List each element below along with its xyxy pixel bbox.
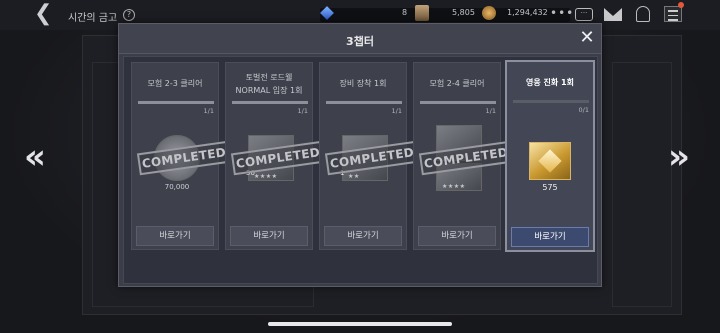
mission-name: 장비 장착 1회	[339, 79, 387, 88]
mission-progress-bar	[232, 101, 308, 104]
goto-button[interactable]: 바로가기	[136, 226, 214, 246]
screen: ❮ 시간의 금고 ? 8 5,805 1,294,432 ••• ··· « »…	[0, 0, 720, 333]
modal-header: 3챕터 ✕	[119, 24, 601, 54]
mission-name: 모험 2-3 클리어	[147, 79, 203, 88]
reward-value: 70,000	[164, 183, 190, 191]
mission-progress-bar	[326, 101, 402, 104]
mission-progress-fill	[326, 101, 402, 104]
mission-card: 모험 2-3 클리어 1/1 70,000 COMPLETED 바로가기	[131, 62, 232, 250]
background-grid-right	[612, 62, 672, 307]
mission-card: 모험 2-4 클리어 1/1 ★★★★ COMPLETED 바로가기	[413, 62, 514, 250]
mission-name: 모험 2-4 클리어	[429, 79, 485, 88]
mission-card: 토벌전 로드웰 NORMAL 입장 1회 1/1 50 ★★★★ COMPLET…	[225, 62, 326, 250]
reward-area: 70,000 COMPLETED	[136, 125, 232, 197]
chapter-modal: 3챕터 ✕ 모험 2-3 클리어 1/1 70,000 COMPLETED 바로…	[118, 23, 602, 287]
mission-card-active: 영웅 진화 1회 0/1 575 바로가기	[505, 60, 595, 252]
home-indicator[interactable]	[268, 322, 452, 326]
goto-button[interactable]: 바로가기	[324, 226, 402, 246]
mission-progress-fill	[232, 101, 308, 104]
menu-icon[interactable]	[664, 6, 682, 22]
modal-title: 3챕터	[346, 35, 374, 48]
box-icon	[415, 5, 429, 21]
mission-progress-bar	[420, 101, 496, 104]
more-icon[interactable]: •••	[550, 6, 574, 20]
mission-progress-text: 1/1	[485, 107, 496, 115]
gem-count: 8	[402, 8, 408, 17]
reward-stars: ★★★★	[442, 183, 466, 190]
gold-count: 1,294,432	[507, 8, 548, 17]
reward-stars: ★★	[348, 173, 360, 180]
box-count: 5,805	[452, 8, 475, 17]
next-chapter-arrow-icon[interactable]: »	[668, 140, 690, 174]
notification-dot	[678, 2, 684, 8]
mail-icon[interactable]	[604, 8, 622, 21]
reward-area: ★★★★ COMPLETED	[418, 125, 514, 197]
mission-name: 토벌전 로드웰 NORMAL 입장 1회	[235, 73, 303, 95]
previous-chapter-arrow-icon[interactable]: «	[24, 140, 46, 174]
notification-bell-icon[interactable]	[636, 6, 650, 22]
goto-button[interactable]: 바로가기	[511, 227, 589, 247]
reward-value: 575	[542, 183, 558, 192]
goto-button[interactable]: 바로가기	[230, 226, 308, 246]
help-icon[interactable]: ?	[123, 9, 135, 21]
mission-progress-fill	[420, 101, 496, 104]
gold-coin-icon	[482, 6, 496, 20]
reward-area: 1 ★★ COMPLETED	[324, 125, 420, 197]
reward-gold-box-icon	[529, 142, 571, 180]
reward-stars: ★★★★	[254, 173, 278, 180]
mission-list: 모험 2-3 클리어 1/1 70,000 COMPLETED 바로가기 토벌전…	[123, 56, 598, 284]
mission-progress-text: 1/1	[391, 107, 402, 115]
mission-card: 장비 장착 1회 1/1 1 ★★ COMPLETED 바로가기	[319, 62, 420, 250]
chat-icon[interactable]: ···	[575, 8, 593, 21]
mission-progress-text: 1/1	[203, 107, 214, 115]
mission-progress-bar	[138, 101, 214, 104]
mission-progress-bar	[513, 100, 589, 103]
close-icon[interactable]: ✕	[577, 27, 597, 49]
reward-area: 50 ★★★★ COMPLETED	[230, 125, 326, 197]
mission-progress-text: 0/1	[578, 106, 589, 114]
mission-progress-fill	[138, 101, 214, 104]
mission-progress-text: 1/1	[297, 107, 308, 115]
back-arrow-icon[interactable]: ❮	[34, 3, 54, 25]
goto-button[interactable]: 바로가기	[418, 226, 496, 246]
mission-name: 영웅 진화 1회	[526, 78, 574, 87]
page-title: 시간의 금고	[68, 13, 118, 24]
